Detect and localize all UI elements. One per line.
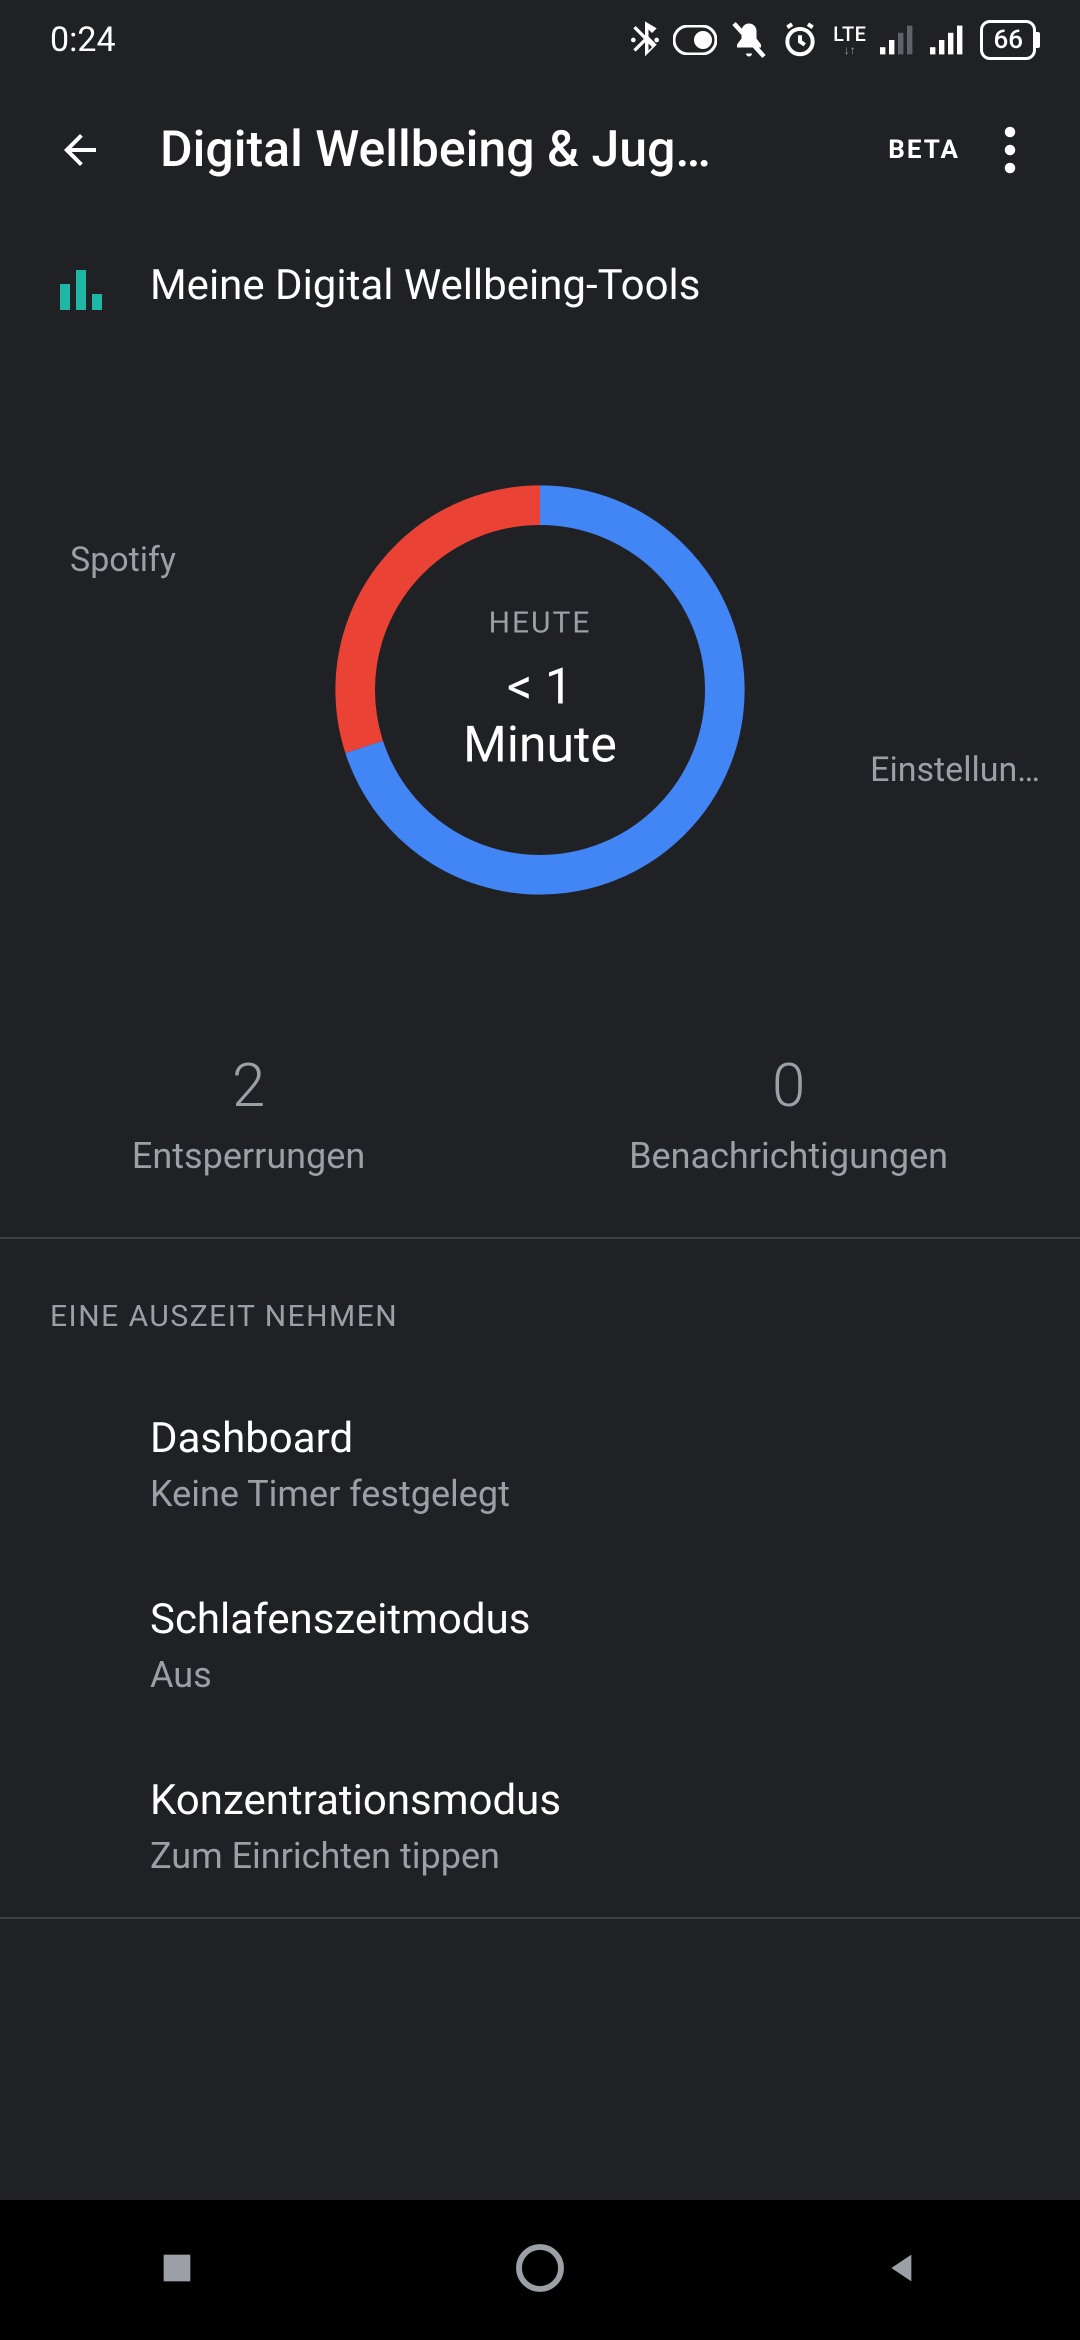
wellbeing-tools-row[interactable]: Meine Digital Wellbeing-Tools [0,220,1080,340]
donut-center-value: < 1 Minute [430,659,650,775]
signal-icon [880,25,916,55]
setting-subtitle: Keine Timer festgelegt [150,1473,1030,1515]
donut-label-spotify: Spotify [70,540,176,580]
setting-subtitle: Aus [150,1654,1030,1696]
lte-icon: LTE ↓↑ [833,24,866,56]
status-bar: 0:24 LTE ↓↑ 66 [0,0,1080,80]
app-bar: Digital Wellbeing & Jug… BETA [0,80,1080,220]
wellbeing-tools-label: Meine Digital Wellbeing-Tools [150,261,700,310]
divider [0,1917,1080,1919]
notifications-value: 0 [629,1050,948,1121]
system-nav-bar [0,2200,1080,2340]
status-icons: LTE ↓↑ 66 [631,20,1040,60]
bar-chart-icon [60,260,110,310]
nav-home-button[interactable] [512,2240,568,2300]
back-button[interactable] [40,110,120,190]
donut-label-settings: Einstellun… [870,750,1040,790]
setting-title: Konzentrationsmodus [150,1776,1030,1825]
section-header-auszeit: EINE AUSZEIT NEHMEN [0,1239,1080,1374]
overflow-menu-button[interactable] [970,110,1050,190]
square-icon [157,2248,197,2288]
bluetooth-icon [631,20,659,60]
more-vert-icon [994,126,1026,174]
setting-subtitle: Zum Einrichten tippen [150,1835,1030,1877]
setting-focus-mode[interactable]: Konzentrationsmodus Zum Einrichten tippe… [0,1736,1080,1917]
unlocks-value: 2 [132,1050,365,1121]
setting-title: Schlafenszeitmodus [150,1595,1030,1644]
circle-icon [512,2240,568,2296]
signal-icon-2 [930,25,966,55]
unlocks-stat[interactable]: 2 Entsperrungen [132,1050,365,1177]
battery-icon: 66 [980,20,1036,60]
setting-dashboard[interactable]: Dashboard Keine Timer festgelegt [0,1374,1080,1555]
nav-recent-button[interactable] [157,2248,197,2292]
stats-row: 2 Entsperrungen 0 Benachrichtigungen [0,1000,1080,1237]
usage-donut-chart[interactable]: HEUTE < 1 Minute Spotify Einstellun… [0,380,1080,1000]
donut-title: HEUTE [430,606,650,641]
nav-back-button[interactable] [883,2248,923,2292]
arrow-back-icon [56,126,104,174]
beta-badge: BETA [888,135,960,165]
notifications-stat[interactable]: 0 Benachrichtigungen [629,1050,948,1177]
triangle-back-icon [883,2248,923,2288]
page-title: Digital Wellbeing & Jug… [160,121,868,179]
mute-icon [731,20,767,60]
notifications-label: Benachrichtigungen [629,1135,948,1177]
status-time: 0:24 [50,20,116,60]
unlocks-label: Entsperrungen [132,1135,365,1177]
setting-bedtime-mode[interactable]: Schlafenszeitmodus Aus [0,1555,1080,1736]
dnd-icon [673,25,717,55]
alarm-icon [781,21,819,59]
setting-title: Dashboard [150,1414,1030,1463]
